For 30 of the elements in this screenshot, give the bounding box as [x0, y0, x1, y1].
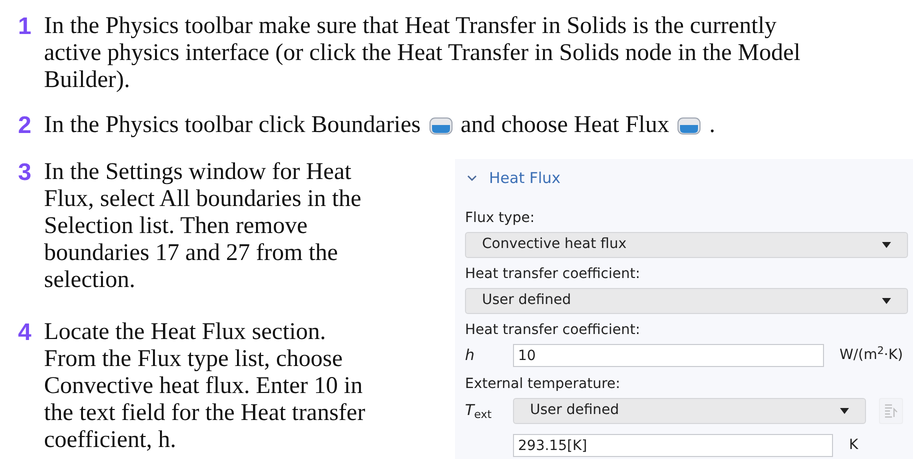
dropdown-arrow-icon	[882, 298, 891, 304]
step-number: 3	[17, 159, 32, 188]
field-label: External temperature:	[465, 374, 620, 394]
text-field[interactable]: 10	[513, 344, 824, 367]
step-text: and choose Heat Flux	[460, 112, 670, 139]
symbol-label: h	[465, 346, 475, 364]
dropdown-arrow-icon	[840, 408, 850, 414]
step-text: Locate the Heat Flux section. From the Flux type list, choose Convective heat flux. Enter 10 in the text field for the Heat transfer coefficient, h.	[44, 319, 366, 454]
dropdown-arrow-icon	[882, 242, 891, 248]
step-text: .	[709, 112, 716, 139]
boundary-icon	[677, 116, 702, 134]
step-number: 4	[17, 319, 32, 348]
step-number: 2	[17, 112, 32, 139]
step-text: In the Physics toolbar make sure that Heat Transfer in Solids is the currently active physics interface (or click the Heat Transfer in Solids node in the Model Builder).	[44, 13, 800, 94]
field-label: Heat transfer coefficient:	[465, 320, 640, 340]
step-number: 1	[17, 13, 32, 42]
step-text: In the Physics toolbar click Boundaries	[44, 112, 421, 139]
list-icon	[884, 402, 898, 418]
unit-label: W/(m$^{2}$·K)	[840, 345, 903, 365]
text-field[interactable]: 293.15[K]	[513, 434, 833, 457]
dropdown[interactable]: User defined	[513, 398, 866, 424]
symbol-label: T$_{ext}$	[465, 401, 492, 420]
section-header[interactable]: Heat Flux	[467, 167, 561, 190]
unit-label: K	[849, 436, 858, 455]
field-label: Heat transfer coefficient:	[465, 264, 640, 284]
field-label: Flux type:	[465, 208, 535, 228]
dropdown[interactable]: User defined	[465, 288, 908, 314]
dropdown[interactable]: Convective heat flux	[465, 232, 908, 258]
boundary-icon	[428, 116, 453, 134]
step-text: In the Settings window for Heat Flux, select All boundaries in the Selection list. Then remove boundaries 17 and 27 from the selection.	[44, 159, 362, 294]
